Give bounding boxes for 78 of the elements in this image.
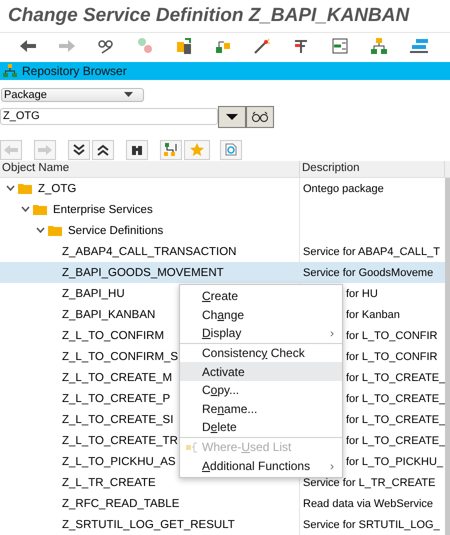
scrollbar[interactable] [445, 178, 450, 535]
object-name: Z_SRTUTIL_LOG_GET_RESULT [62, 518, 235, 530]
description: for L_TO_CREATE_ [346, 414, 446, 426]
folder-icon [18, 183, 32, 194]
menu-item[interactable]: Rename... [180, 400, 342, 418]
dropdown-button[interactable] [218, 106, 246, 128]
menu-item[interactable]: Create [180, 287, 342, 306]
binoculars-button[interactable] [126, 140, 148, 160]
object-name: Z_BAPI_HU [62, 288, 125, 300]
stack-icon[interactable] [408, 37, 428, 56]
object-name: Z_L_TO_PICKHU_AS [62, 456, 176, 468]
double-chevron-up-icon [97, 144, 109, 156]
tree-structure-icon[interactable] [368, 37, 388, 56]
description: Service for SRTUTIL_LOG_ [303, 518, 440, 530]
star-icon [190, 143, 204, 156]
tree-row[interactable]: Z_BAPI_GOODS_MOVEMENT Service for GoodsMoveme [0, 262, 445, 283]
description: for Kanban [346, 308, 400, 320]
collapse-all-button[interactable] [92, 140, 114, 160]
description: Ontego package [303, 182, 384, 194]
menu-item[interactable]: Display › [180, 324, 342, 343]
description: for HU [346, 288, 378, 300]
menu-item[interactable]: Copy... [180, 380, 342, 400]
description: Service for ABAP4_CALL_T [303, 246, 440, 258]
object-name: Z_L_TO_CREATE_TR [62, 434, 178, 446]
tree-structure-icon [3, 64, 17, 78]
expand-all-button[interactable] [68, 140, 90, 160]
description: for L_TO_PICKHU_ [346, 456, 444, 468]
hierarchy-icon [164, 143, 178, 156]
object-name-field[interactable]: Z_OTG [0, 108, 218, 126]
object-name: Z_L_TO_CONFIRM [62, 330, 164, 342]
description: for L_TO_CONFIR [346, 350, 438, 362]
where-used-icon [186, 442, 198, 453]
object-name: Z_RFC_READ_TABLE [62, 498, 180, 510]
object-name: Service Definitions [68, 224, 164, 236]
object-name: Z_BAPI_GOODS_MOVEMENT [62, 266, 224, 278]
double-chevron-down-icon [73, 144, 85, 156]
object-name: Z_BAPI_KANBAN [62, 308, 156, 320]
back-icon [4, 144, 18, 155]
chevron-icon[interactable] [21, 206, 30, 213]
menu-item[interactable]: Activate [180, 362, 342, 381]
object-name: Z_OTG [38, 182, 76, 194]
description: for L_TO_CREATE_ [346, 372, 446, 384]
caret-icon [226, 114, 238, 120]
chevron-icon[interactable] [36, 227, 45, 234]
description: Read data via WebService [303, 498, 434, 510]
description: Service for GoodsMoveme [303, 266, 434, 278]
glasses-icon [251, 110, 269, 123]
chevron-icon[interactable] [6, 185, 15, 192]
caret-icon [124, 92, 133, 98]
menu-item[interactable]: Delete [180, 418, 342, 437]
description: for L_TO_CREATE_ [346, 434, 446, 446]
description: for L_TO_CONFIR [346, 330, 438, 342]
object-name: Enterprise Services [53, 204, 153, 216]
folder-icon [33, 204, 47, 215]
insert-list-icon[interactable] [330, 37, 350, 56]
magic-wand-icon[interactable] [252, 37, 272, 56]
menu-item[interactable]: Consistency Check [180, 344, 342, 362]
forward-icon [38, 144, 52, 155]
description: for L_TO_CREATE_ [346, 392, 446, 404]
menu-item[interactable]: Change [180, 306, 342, 324]
object-name: Z_L_TO_CONFIRM_S [62, 350, 178, 362]
panel-title: Repository Browser [22, 64, 127, 78]
refresh-icon [225, 143, 237, 156]
object-name: Z_L_TO_CREATE_M [62, 372, 172, 384]
object-name: Z_ABAP4_CALL_TRANSACTION [62, 246, 236, 258]
object-name: Z_L_TO_CREATE_SI [62, 414, 174, 426]
column-header[interactable]: Description [300, 161, 445, 177]
description: Service for L_TR_CREATE [303, 476, 436, 488]
column-header[interactable]: Object Name [0, 161, 300, 177]
menu-item[interactable]: Additional Functions › [180, 456, 342, 475]
window-title: Change Service Definition Z_BAPI_KANBAN [0, 0, 450, 33]
display-button[interactable] [246, 106, 274, 128]
object-name: Z_L_TO_CREATE_P [62, 392, 170, 404]
object-name: Z_L_TR_CREATE [62, 476, 156, 488]
object-type-dropdown[interactable]: Package [1, 88, 144, 102]
folder-icon [48, 225, 62, 236]
hierarchy-button[interactable] [160, 140, 182, 160]
refresh-button[interactable] [220, 140, 242, 160]
